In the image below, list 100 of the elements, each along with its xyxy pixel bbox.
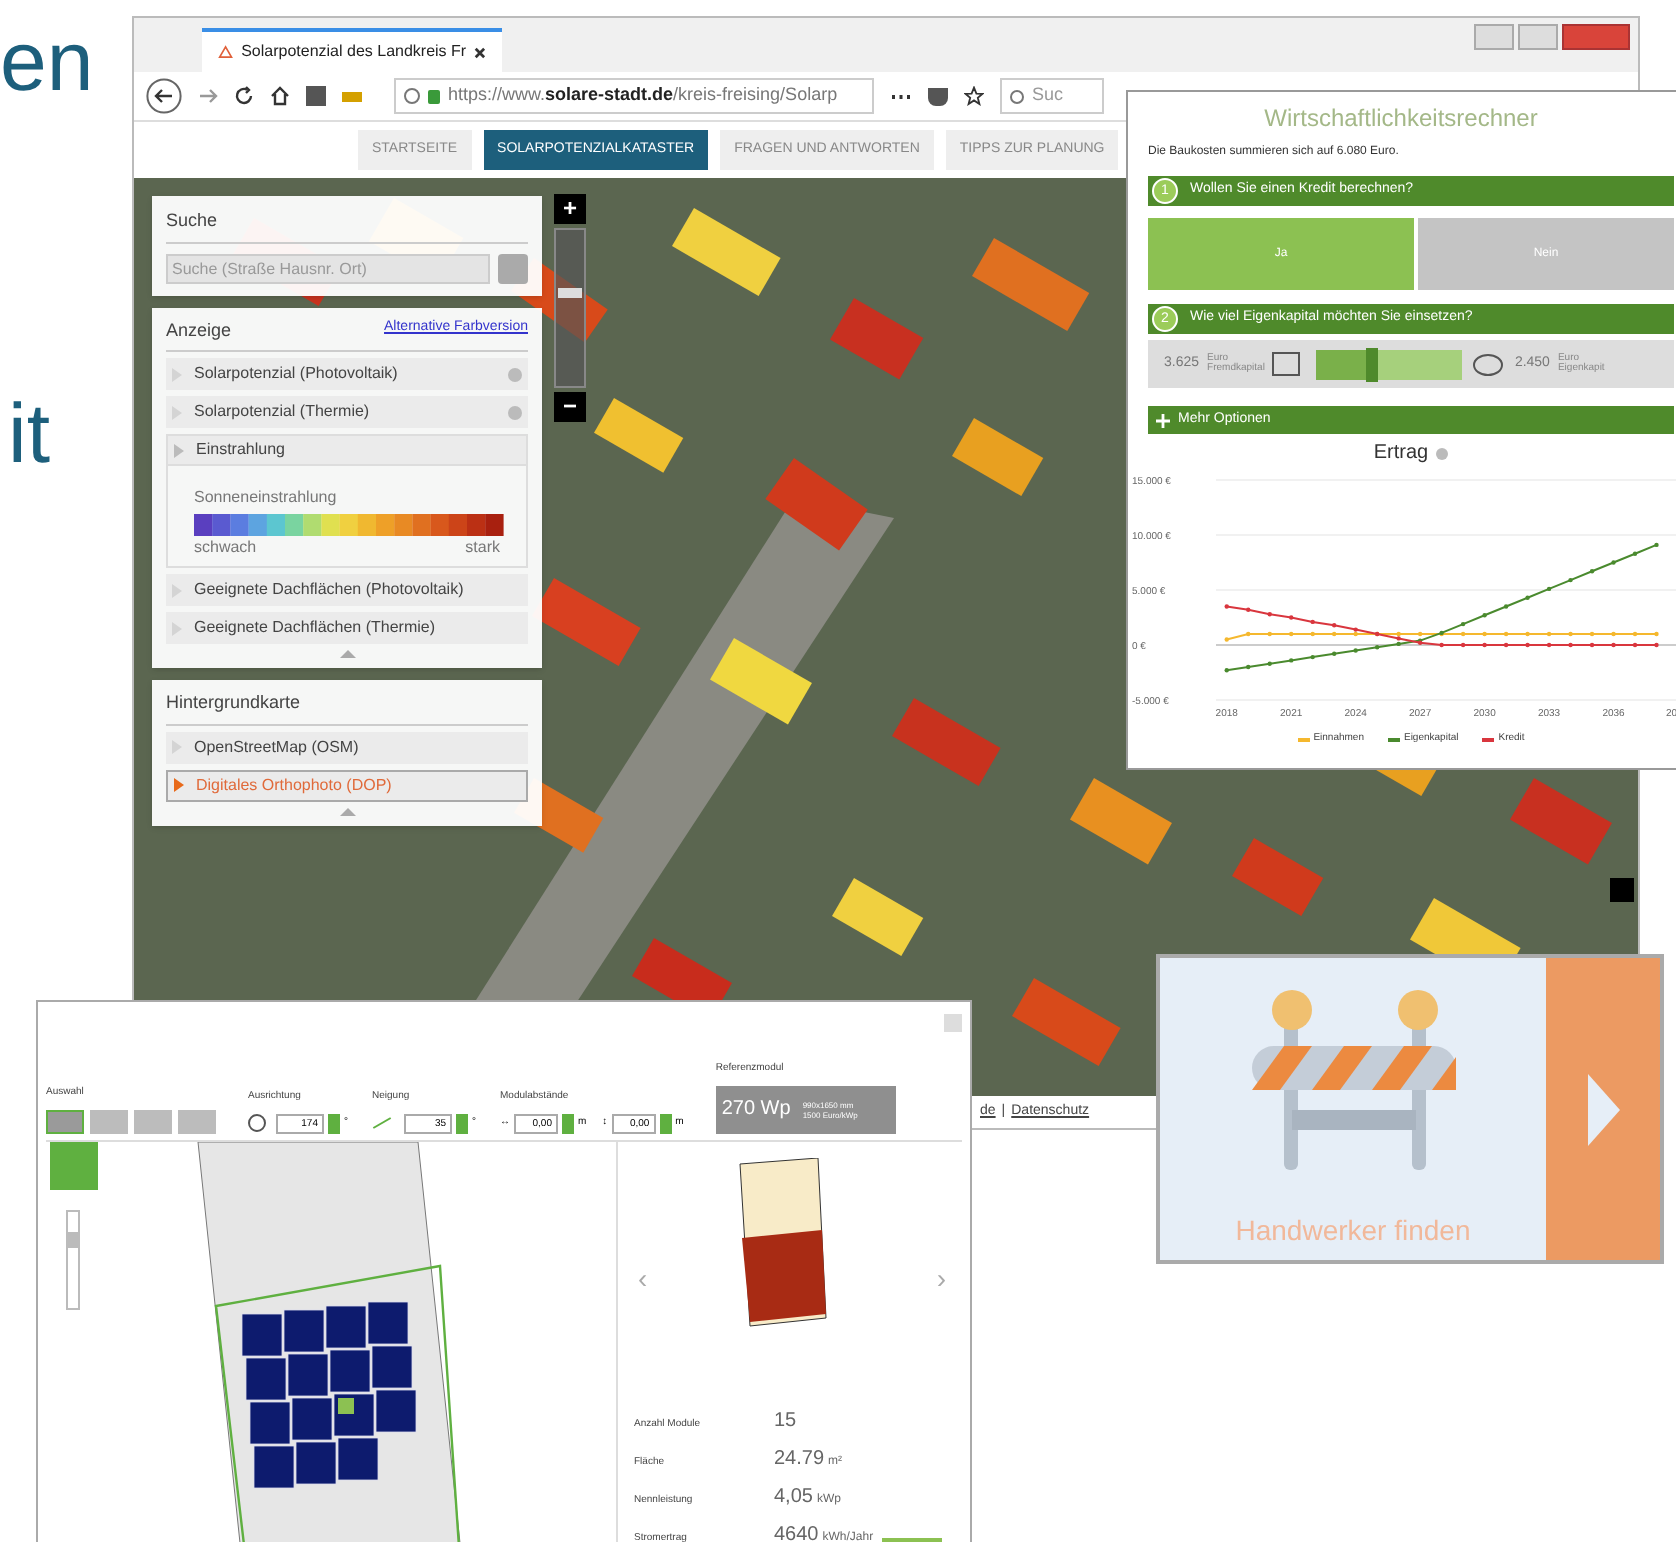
chart-point xyxy=(1611,631,1616,637)
tool-button[interactable] xyxy=(178,1109,216,1133)
chart-point xyxy=(1289,658,1294,663)
chart-point xyxy=(1546,586,1552,592)
layer-item[interactable]: Solarpotenzial (Thermie) xyxy=(166,396,528,428)
piggy-bank-icon xyxy=(1470,350,1507,378)
stepper-icon[interactable] xyxy=(562,1113,574,1133)
stat-value: 15 xyxy=(774,1407,797,1435)
stat-value: 4,05 xyxy=(774,1483,813,1511)
tool-button[interactable] xyxy=(46,1109,84,1133)
tool-button[interactable] xyxy=(90,1109,128,1133)
layer-item[interactable]: Solarpotenzial (Photovoltaik) xyxy=(166,358,528,390)
pan-control[interactable] xyxy=(50,1141,98,1189)
search-placeholder: Suc xyxy=(1032,82,1064,109)
panel-title: Anzeige xyxy=(166,317,232,344)
close-icon[interactable] xyxy=(474,45,486,59)
collapse-icon[interactable] xyxy=(339,650,355,658)
url-text: https://www.solare-stadt.de/kreis-freising/Solarp xyxy=(448,82,838,109)
tool-button[interactable] xyxy=(134,1109,172,1133)
chart-point xyxy=(1632,642,1638,648)
chart-point xyxy=(1289,615,1294,620)
card-label: Handwerker finden xyxy=(1235,1212,1471,1250)
slide-text: it xyxy=(8,392,50,476)
chart-point xyxy=(1525,642,1530,648)
chart-point xyxy=(1546,631,1552,637)
slider-thumb[interactable] xyxy=(68,1231,78,1247)
stat-value: 4640 xyxy=(774,1521,819,1542)
legend-label: schwach xyxy=(194,536,257,560)
warning-icon[interactable] xyxy=(218,44,234,60)
reload-icon[interactable] xyxy=(234,86,254,106)
panel-title: Hintergrundkarte xyxy=(166,690,528,725)
chart-point xyxy=(1568,577,1573,583)
layer-item[interactable]: Einstrahlung xyxy=(166,434,528,466)
maximize-button[interactable] xyxy=(1518,24,1558,50)
layer-item[interactable]: Geeignete Dachflächen (Thermie) xyxy=(166,612,528,644)
more-icon[interactable] xyxy=(890,93,912,99)
chart-point xyxy=(1632,551,1638,556)
bank-icon xyxy=(1272,352,1301,376)
legend-title: Sonneneinstrahlung xyxy=(194,486,339,510)
chart-point xyxy=(1246,664,1251,670)
tab-title: Solarpotenzial des Landkreis Fr xyxy=(241,40,467,64)
chart-point xyxy=(1224,604,1229,609)
chart-point xyxy=(1224,668,1229,673)
extension-icon[interactable] xyxy=(342,91,362,101)
slider-thumb[interactable] xyxy=(558,287,582,298)
pocket-icon[interactable] xyxy=(928,87,948,105)
chart-point xyxy=(1267,661,1272,666)
arrow-icon xyxy=(1587,1073,1619,1145)
stepper-icon[interactable] xyxy=(456,1113,468,1133)
chart-point xyxy=(1332,623,1337,628)
legend-marker xyxy=(1297,737,1310,742)
basemap-option[interactable]: OpenStreetMap (OSM) xyxy=(166,731,528,763)
back-button[interactable] xyxy=(146,78,182,114)
chart-point xyxy=(1246,607,1251,612)
stepper-icon[interactable] xyxy=(328,1113,340,1133)
chart-point xyxy=(1353,648,1358,653)
chart-point xyxy=(1460,631,1466,637)
module-power: 270 Wp xyxy=(721,1096,791,1124)
address-bar[interactable]: https://www.solare-stadt.de/kreis-freising/Solarp xyxy=(394,78,874,114)
chart-point xyxy=(1654,542,1659,548)
chart-point xyxy=(1267,612,1272,617)
chart-point xyxy=(1654,631,1659,637)
legend-label: stark xyxy=(465,536,500,560)
equity-slider[interactable] xyxy=(1316,349,1463,379)
zoom-in-button[interactable]: + xyxy=(554,194,586,224)
chart-point xyxy=(1439,642,1444,648)
lock-icon xyxy=(428,89,440,103)
close-button[interactable] xyxy=(1562,24,1630,50)
collapse-icon[interactable] xyxy=(339,807,355,815)
triangle-icon xyxy=(174,778,184,792)
chart-point xyxy=(1460,642,1466,648)
chart-point xyxy=(1654,642,1659,648)
chart-point xyxy=(1632,631,1638,637)
zoom-out-button[interactable]: − xyxy=(554,392,586,422)
search-button[interactable] xyxy=(498,253,528,283)
chart-point xyxy=(1310,654,1315,660)
chart-point xyxy=(1546,642,1552,648)
triangle-icon xyxy=(174,443,184,457)
zoom-slider[interactable] xyxy=(66,1209,80,1309)
slider-thumb[interactable] xyxy=(1366,347,1379,381)
search-icon xyxy=(1010,89,1024,103)
home-icon[interactable] xyxy=(270,86,290,106)
zoom-slider[interactable] xyxy=(554,228,586,388)
forward-icon[interactable] xyxy=(198,88,218,104)
stepper-icon[interactable] xyxy=(659,1113,672,1133)
chart-point xyxy=(1310,619,1315,625)
minimize-button[interactable] xyxy=(1474,24,1514,50)
legend-marker xyxy=(1482,737,1495,742)
chart-point xyxy=(1611,642,1616,648)
legend-marker xyxy=(1387,737,1400,742)
chart-point xyxy=(1224,637,1229,642)
chart-point xyxy=(1525,595,1530,600)
chart-point xyxy=(1503,642,1509,648)
star-icon[interactable] xyxy=(964,86,984,106)
info-icon xyxy=(1436,447,1449,459)
chart-point xyxy=(1439,630,1444,636)
slide-text: en xyxy=(0,20,94,104)
info-icon xyxy=(404,88,420,104)
layer-item[interactable]: Geeignete Dachflächen (Photovoltaik) xyxy=(166,574,528,606)
browser-tab[interactable]: Solarpotenzial des Landkreis Fr xyxy=(202,28,502,72)
